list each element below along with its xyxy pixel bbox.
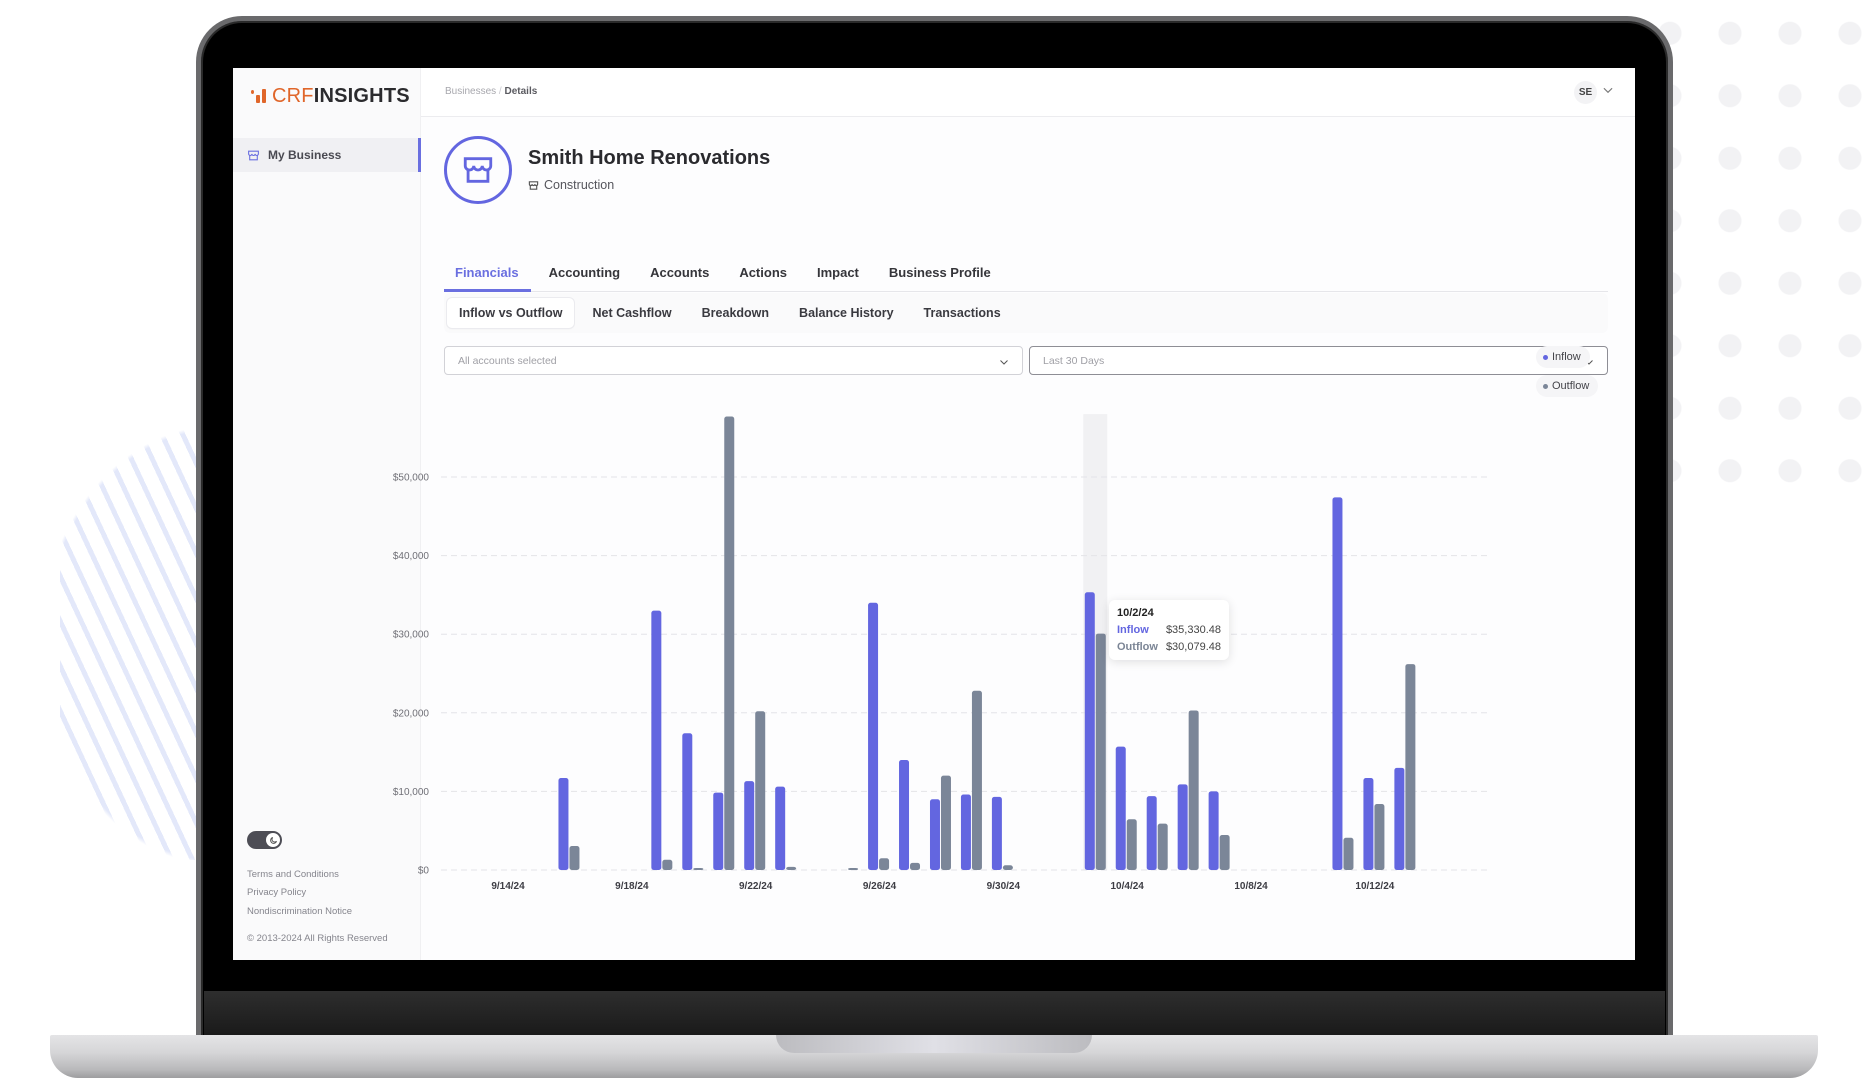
inflow-bar xyxy=(899,759,910,870)
x-tick-label: 9/14/24 xyxy=(491,881,525,892)
page: CRF INSIGHTS My Business Terms and Condit… xyxy=(0,0,1868,1084)
outflow-bar xyxy=(569,846,580,870)
inflow-bar xyxy=(651,610,662,870)
y-tick-label: $20,000 xyxy=(393,708,430,719)
outflow-bar xyxy=(1188,710,1199,870)
inflow-outflow-chart: $0 $10,000 $20,000 $30,000 $40,000 $50,000 9/1… xyxy=(233,68,1635,960)
y-tick-label: $30,000 xyxy=(393,630,430,641)
x-tick-label: 10/4/24 xyxy=(1111,881,1145,892)
tooltip-outflow-label: Outflow xyxy=(1117,641,1158,653)
inflow-bar xyxy=(960,794,971,870)
inflow-bar xyxy=(1363,778,1374,870)
outflow-bar xyxy=(755,711,766,870)
tooltip-date: 10/2/24 xyxy=(1117,607,1154,619)
legend-outflow-label: Outflow xyxy=(1552,380,1590,392)
inflow-bar xyxy=(1394,767,1405,870)
inflow-bar xyxy=(1208,791,1219,870)
inflow-bar xyxy=(744,781,755,870)
inflow-bar xyxy=(682,733,693,870)
inflow-bar xyxy=(868,602,879,870)
y-tick-label: $10,000 xyxy=(393,787,430,798)
inflow-bar xyxy=(1115,746,1126,870)
x-tick-label: 10/8/24 xyxy=(1234,881,1268,892)
inflow-bar xyxy=(929,799,940,870)
outflow-bar xyxy=(1126,819,1137,870)
chart-svg: $0 $10,000 $20,000 $30,000 $40,000 $50,000 9/1… xyxy=(393,414,1489,892)
outflow-bar xyxy=(910,862,921,870)
laptop-chin xyxy=(204,991,1665,1035)
x-tick-label: 10/12/24 xyxy=(1355,881,1394,892)
inflow-bar xyxy=(775,786,786,870)
inflow-bar xyxy=(1146,796,1157,870)
outflow-bar xyxy=(693,868,704,870)
outflow-bar xyxy=(1219,835,1230,870)
x-tick-label: 9/22/24 xyxy=(739,881,773,892)
y-tick-label: $50,000 xyxy=(393,473,430,484)
inflow-bar xyxy=(1084,592,1095,870)
outflow-bar xyxy=(1002,865,1013,870)
legend-outflow-dot xyxy=(1543,383,1548,389)
x-tick-label: 9/30/24 xyxy=(987,881,1021,892)
outflow-bar xyxy=(1405,664,1416,870)
outflow-bar xyxy=(879,858,890,870)
outflow-bar xyxy=(940,775,951,870)
inflow-bar xyxy=(991,796,1002,870)
tooltip-inflow-value: $35,330.48 xyxy=(1165,624,1221,636)
legend-inflow[interactable]: Inflow xyxy=(1536,346,1590,368)
app-screen: CRF INSIGHTS My Business Terms and Condit… xyxy=(233,68,1635,960)
legend-outflow[interactable]: Outflow xyxy=(1536,375,1599,397)
outflow-bar xyxy=(848,868,859,870)
inflow-bar xyxy=(558,778,569,870)
outflow-bar xyxy=(971,690,982,870)
outflow-bar xyxy=(662,859,673,870)
tooltip-outflow-value: $30,079.48 xyxy=(1165,641,1221,653)
chart-tooltip: 10/2/24 Inflow $35,330.48 Outflow $30,079.… xyxy=(1109,600,1229,660)
outflow-bar xyxy=(1095,633,1106,870)
outflow-bar xyxy=(1374,803,1385,870)
inflow-bar xyxy=(1177,784,1188,870)
x-tick-label: 9/18/24 xyxy=(615,881,649,892)
x-tick-label: 9/26/24 xyxy=(863,881,897,892)
legend-inflow-dot xyxy=(1543,354,1548,360)
outflow-bar xyxy=(1343,837,1354,870)
inflow-bar xyxy=(713,792,724,870)
decorative-dots xyxy=(1660,0,1868,500)
laptop-notch xyxy=(776,1035,1092,1053)
y-tick-label: $40,000 xyxy=(393,551,430,562)
y-tick-label: $0 xyxy=(418,866,430,877)
tooltip-inflow-label: Inflow xyxy=(1117,624,1149,636)
outflow-bar xyxy=(1157,823,1168,870)
outflow-bar xyxy=(724,416,735,870)
outflow-bar xyxy=(786,866,797,870)
inflow-bar xyxy=(1332,497,1343,870)
legend-inflow-label: Inflow xyxy=(1552,351,1581,363)
